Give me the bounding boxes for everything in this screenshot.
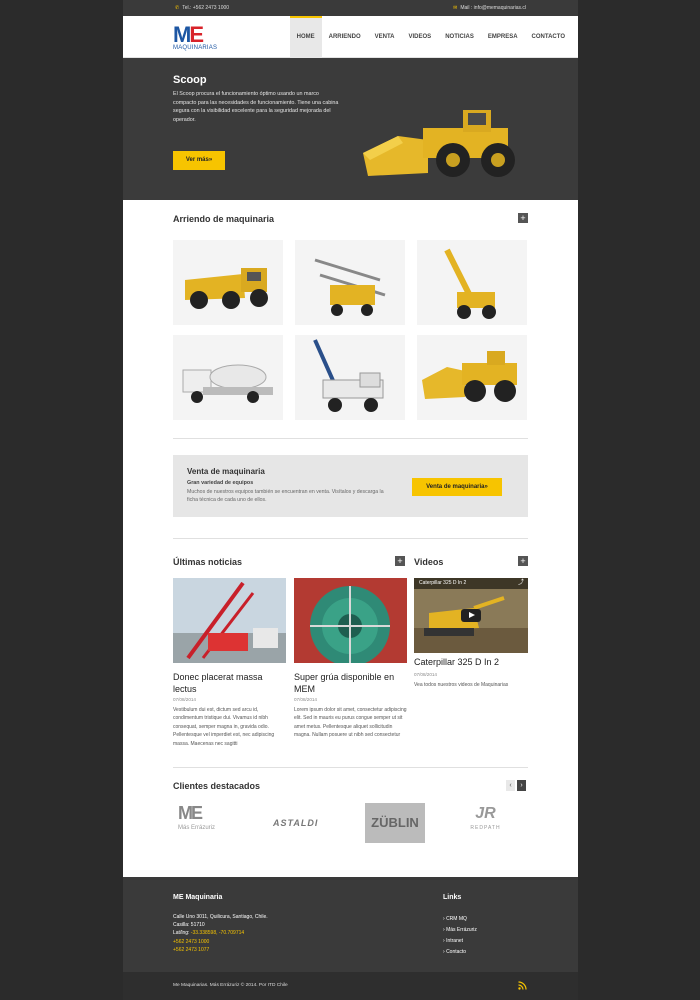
hero-title: Scoop [173,74,207,86]
footer-latlng-row: Lat/lng: -33.338598, -70.709714 [173,929,268,937]
hero-text: El Scoop procura el funcionamiento óptim… [173,91,339,123]
shotcrete-truck-image [313,339,384,412]
noticias-title: Últimas noticias [173,557,243,567]
video-player[interactable]: Caterpillar 325 D In 2 ⤴ [414,578,528,653]
menu-item-empresa[interactable]: EMPRESA [481,16,525,58]
footer-link-mas-errazuriz[interactable]: Más Errázuriz [443,925,477,936]
scoop-loader-image [363,110,515,177]
share-icon[interactable]: ⤴ [518,578,524,589]
menu-item-videos[interactable]: VIDEOS [402,16,439,58]
client-me-name: Más Errázuriz [178,825,216,831]
logo[interactable]: ME MAQUINARIAS [173,22,221,52]
footer-links-title: Links [443,894,462,901]
mixer-truck-image [182,364,273,403]
footer-casilla: Casilla: 51710 [173,922,205,929]
news-image-tunnel-machine[interactable] [294,578,407,663]
phone-contact[interactable]: ✆ Tel.: +562 2473 1000 [175,5,229,11]
section-divider [173,538,528,539]
drill-rig-image [314,258,386,316]
section-divider [173,438,528,439]
videos-all-link[interactable]: Vea todos nuestros videos de Maquinarias [414,681,534,689]
bottom-bar: Me Maquinarias. Más Errázuriz © 2014. Po… [123,972,578,1000]
news-title-2[interactable]: Super grúa disponible en MEM [294,671,407,695]
rss-icon[interactable] [518,981,527,990]
venta-title: Venta de maquinaria [187,467,265,476]
client-redpath-text: REDPATH [470,825,501,831]
phone-icon: ✆ [175,5,180,11]
machine-thumb-shotcrete-truck[interactable] [295,335,405,420]
news-date-2: 07/08/2014 [294,697,317,702]
arriendo-plus-button[interactable]: + [518,213,528,223]
venta-callout: Venta de maquinaria Gran variedad de equ… [173,455,528,517]
section-divider [173,767,528,768]
redpath-mark-icon: JR [475,805,496,822]
footer-links: CRM MQ Más Errázuriz Intranet Contacto [443,914,477,958]
scoop-image [422,351,517,402]
hero-more-button[interactable]: Ver más» [173,151,225,170]
footer-link-crm[interactable]: CRM MQ [443,914,477,925]
machine-thumb-dump-truck[interactable] [173,240,283,325]
footer-address: Calle Uno 3011, Quilicura, Santiago, Chi… [173,913,268,954]
video-title-bar: Caterpillar 325 D In 2 [414,578,528,589]
footer-title: ME Maquinaria [173,894,223,901]
noticias-plus-button[interactable]: + [395,556,405,566]
videos-plus-button[interactable]: + [518,556,528,566]
mail-contact[interactable]: ✉ Mail : info@memaquinarias.cl [453,5,526,11]
logo-mark: ME [173,22,204,47]
client-logo-me[interactable]: ME Más Errázuriz [178,803,238,843]
clients-prev-button[interactable]: ‹ [506,780,515,791]
arriendo-title: Arriendo de maquinaria [173,214,275,224]
client-astaldi-text: ASTALDI [273,818,319,828]
news-text-1: Vestibulum dui est, dictum sed arcu id, … [173,707,275,747]
footer-link-contacto[interactable]: Contacto [443,947,477,958]
videos-title: Videos [414,557,444,567]
top-bar: ✆ Tel.: +562 2473 1000 ✉ Mail : info@memaq… [123,0,578,16]
machine-thumb-telehandler[interactable] [417,240,527,325]
footer: ME Maquinaria Calle Uno 3011, Quilicura,… [123,877,578,972]
video-date: 07/08/2014 [414,672,437,677]
menu-item-noticias[interactable]: NOTICIAS [438,16,481,58]
menu-item-venta[interactable]: VENTA [368,16,402,58]
mail-text: Mail : info@memaquinarias.cl [460,5,526,11]
play-icon[interactable] [461,609,481,622]
venta-button[interactable]: Venta de maquinaria» [412,478,502,496]
copyright-text: Me Maquinarias. Más Errázuriz © 2014. Po… [173,983,288,988]
news-title-1[interactable]: Donec placerat massa lectus [173,671,286,695]
news-date-1: 07/08/2014 [173,697,196,702]
venta-description: Muchos de nuestros equipos también se en… [187,489,384,503]
clientes-title: Clientes destacados [173,781,261,791]
clients-next-button[interactable]: › [517,780,526,791]
client-me-mark: ME [178,803,203,823]
client-logo-astaldi[interactable]: ASTALDI [273,803,338,843]
footer-street: Calle Uno 3011, Quilicura, Santiago, Chi… [173,914,268,920]
menu-item-home[interactable]: HOME [289,16,322,58]
footer-phone-2[interactable]: +562 2473 1077 [173,946,268,954]
telehandler-image [444,248,496,319]
dump-truck-image [185,268,268,309]
menu-item-contacto[interactable]: CONTACTO [525,16,572,58]
footer-latlng[interactable]: -33.338598, -70.709714 [191,930,244,936]
main-navigation: ME MAQUINARIAS HOME ARRIENDO VENTA VIDEO… [123,16,578,58]
video-title[interactable]: Caterpillar 325 D In 2 [414,656,527,668]
hero-banner: Scoop El Scoop procura el funcionamiento… [123,58,578,200]
venta-subtitle: Gran variedad de equipos [187,480,254,486]
machine-thumb-mixer-truck[interactable] [173,335,283,420]
client-logo-zublin[interactable]: ZÜBLIN [365,803,425,843]
phone-text: Tel.: +562 2473 1000 [182,5,230,11]
news-image-crane[interactable] [173,578,286,663]
mail-icon: ✉ [453,5,458,11]
news-text-2: Lorem ipsum dolor sit amet, consectetur … [294,707,407,739]
machine-thumb-drill-rig[interactable] [295,240,405,325]
menu: HOME ARRIENDO VENTA VIDEOS NOTICIAS EMPR… [289,16,578,58]
logo-subtitle: MAQUINARIAS [173,45,218,51]
footer-phone-1[interactable]: +562 2473 1000 [173,938,268,946]
page: ✆ Tel.: +562 2473 1000 ✉ Mail : info@memaq… [123,0,578,1000]
client-logo-redpath[interactable]: JR REDPATH [463,803,508,843]
footer-link-intranet[interactable]: Intranet [443,936,477,947]
menu-item-arriendo[interactable]: ARRIENDO [322,16,368,58]
machine-thumb-scoop[interactable] [417,335,527,420]
client-zublin-text: ZÜBLIN [371,815,419,830]
footer-latlng-label: Lat/lng: [173,930,191,937]
